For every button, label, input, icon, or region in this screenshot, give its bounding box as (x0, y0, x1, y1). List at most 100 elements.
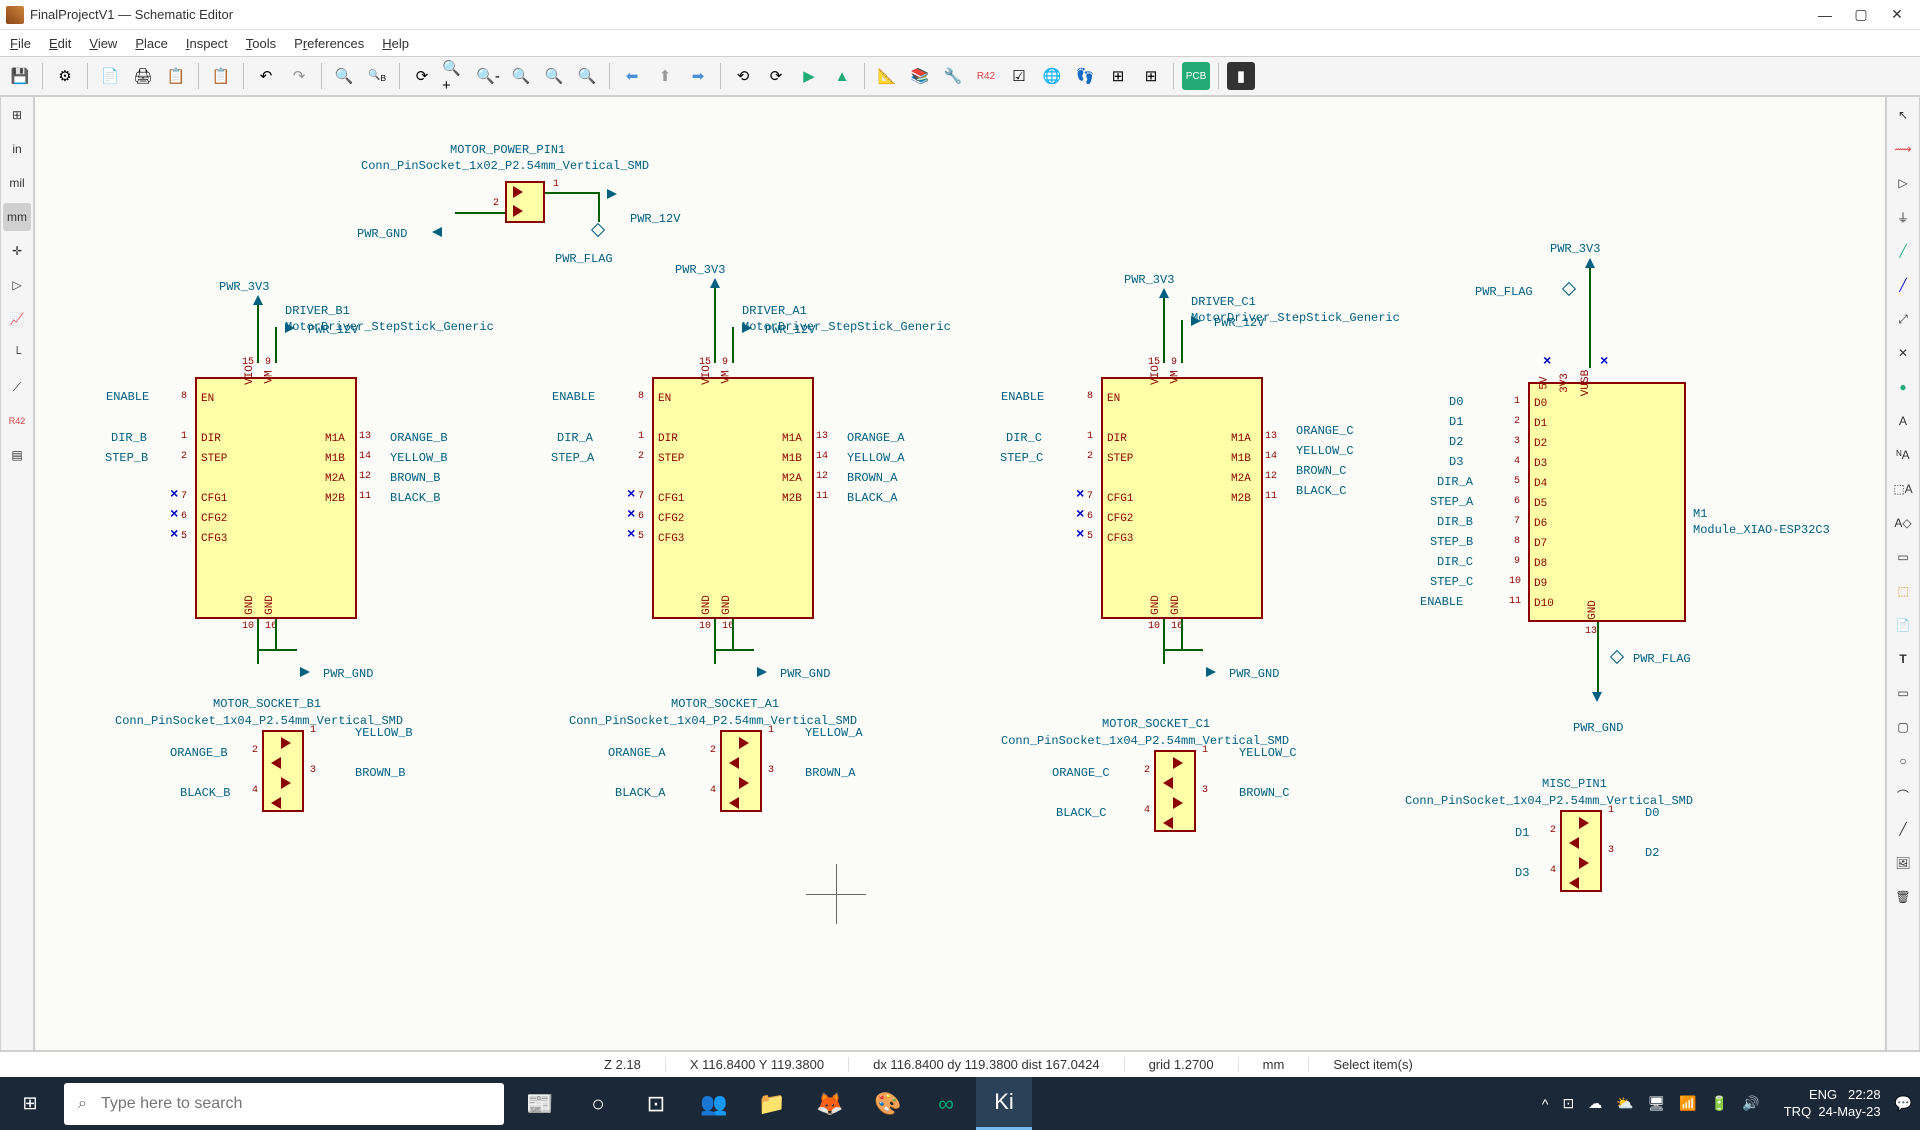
minimize-button[interactable]: — (1818, 8, 1832, 22)
line-mode-90-icon[interactable]: └ (3, 339, 31, 367)
schematic-setup-icon[interactable]: ⚙ (51, 62, 79, 90)
taskbar-app-firefox[interactable]: 🦊 (802, 1077, 858, 1130)
taskbar-search[interactable]: ⌕ (64, 1083, 504, 1125)
mirror-h-icon[interactable]: ▶ (795, 62, 823, 90)
unit-mm[interactable]: mm (3, 203, 31, 231)
plot-icon[interactable]: 📋 (162, 62, 190, 90)
line-mode-45-icon[interactable]: ⟋ (3, 373, 31, 401)
add-hier-label-icon[interactable]: A◇ (1889, 509, 1917, 537)
tray-display-icon[interactable]: 🖥 (1648, 1095, 1666, 1112)
zoom-object-icon[interactable]: 🔍 (540, 62, 568, 90)
tray-onedrive-icon[interactable]: ☁ (1588, 1095, 1602, 1112)
start-button[interactable]: ⊞ (0, 1077, 60, 1130)
delete-tool-icon[interactable]: 🗑 (1889, 883, 1917, 911)
add-wire-icon[interactable]: ╱ (1889, 237, 1917, 265)
close-button[interactable]: ✕ (1890, 8, 1904, 22)
page-settings-icon[interactable]: 📄 (96, 62, 124, 90)
menu-tools[interactable]: Tools (246, 36, 276, 51)
symbol-editor-icon[interactable]: 📐 (873, 62, 901, 90)
status-unit[interactable]: mm (1239, 1057, 1310, 1072)
hidden-pins-icon[interactable]: ▷ (3, 271, 31, 299)
add-rect-icon[interactable]: ▢ (1889, 713, 1917, 741)
bom-icon[interactable]: ⊞ (1104, 62, 1132, 90)
hierarchy-icon[interactable]: ▤ (3, 441, 31, 469)
add-image-icon[interactable]: 🖼 (1889, 849, 1917, 877)
add-label-icon[interactable]: A (1889, 407, 1917, 435)
refresh-icon[interactable]: ⟳ (408, 62, 436, 90)
tray-wifi-icon[interactable]: 📶 (1679, 1095, 1696, 1112)
zoom-fit-icon[interactable]: 🔍 (507, 62, 535, 90)
taskbar-app-taskview[interactable]: ⊡ (628, 1077, 684, 1130)
simulator-icon[interactable]: 🌐 (1038, 62, 1066, 90)
highlight-net-icon[interactable]: ⟿ (1889, 135, 1917, 163)
status-grid[interactable]: grid 1.2700 (1125, 1057, 1239, 1072)
select-tool-icon[interactable]: ↖ (1889, 101, 1917, 129)
unit-mil[interactable]: mil (3, 169, 31, 197)
nav-up-icon[interactable]: ⬆ (651, 62, 679, 90)
add-hier-sheet-icon[interactable]: 📄 (1889, 611, 1917, 639)
add-global-label-icon[interactable]: ⬚A (1889, 475, 1917, 503)
add-text-icon[interactable]: T (1889, 645, 1917, 673)
annotate-icon[interactable]: R42 (972, 62, 1000, 90)
schematic-canvas[interactable]: MOTOR_POWER_PIN1 Conn_PinSocket_1x02_P2.… (34, 96, 1886, 1051)
menu-view[interactable]: View (89, 36, 117, 51)
add-symbol-icon[interactable]: ▷ (1889, 169, 1917, 197)
bom-export-icon[interactable]: ⊞ (1137, 62, 1165, 90)
find-icon[interactable]: 🔍 (330, 62, 358, 90)
footprint-assign-icon[interactable]: 🔧 (939, 62, 967, 90)
conn-motor-power[interactable] (505, 181, 545, 223)
redo-icon[interactable]: ↷ (285, 62, 313, 90)
tray-chevron-icon[interactable]: ^ (1542, 1096, 1549, 1112)
add-bus-icon[interactable]: ╱ (1889, 271, 1917, 299)
taskbar-app-kicad[interactable]: Ki (976, 1077, 1032, 1130)
add-textbox-icon[interactable]: ▭ (1889, 679, 1917, 707)
system-tray[interactable]: ^ ⊡ ☁ ⛅ 🖥 📶 🔋 🔊 ENG 22:28 TRQ 24-May-23 … (1542, 1087, 1920, 1121)
add-noconn-icon[interactable]: ✕ (1889, 339, 1917, 367)
rotate-cw-icon[interactable]: ⟳ (762, 62, 790, 90)
menu-inspect[interactable]: Inspect (186, 36, 228, 51)
undo-icon[interactable]: ↶ (252, 62, 280, 90)
menu-preferences[interactable]: Preferences (294, 36, 364, 51)
import-sheet-pin-icon[interactable]: ⬚ (1889, 577, 1917, 605)
taskbar-app-teams[interactable]: 👥 (686, 1077, 742, 1130)
taskbar-app-explorer[interactable]: 📁 (744, 1077, 800, 1130)
tray-meet-icon[interactable]: ⊡ (1562, 1095, 1574, 1112)
mirror-v-icon[interactable]: ▲ (828, 62, 856, 90)
add-junction-icon[interactable]: ● (1889, 373, 1917, 401)
scripting-icon[interactable]: ▮ (1227, 62, 1255, 90)
zoom-in-icon[interactable]: 🔍+ (441, 62, 469, 90)
taskbar-app-paint[interactable]: 🎨 (860, 1077, 916, 1130)
add-circle-icon[interactable]: ○ (1889, 747, 1917, 775)
menu-file[interactable]: File (10, 36, 31, 51)
search-input[interactable] (101, 1095, 441, 1113)
print-icon[interactable]: 🖨 (129, 62, 157, 90)
paste-icon[interactable]: 📋 (207, 62, 235, 90)
pcb-editor-icon[interactable]: PCB (1182, 62, 1210, 90)
add-sheet-icon[interactable]: ▭ (1889, 543, 1917, 571)
cursor-shape-icon[interactable]: ✛ (3, 237, 31, 265)
find-replace-icon[interactable]: 🔍B (363, 62, 391, 90)
tray-battery-icon[interactable]: 🔋 (1711, 1095, 1728, 1112)
taskbar-app-cortana[interactable]: ○ (570, 1077, 626, 1130)
add-arc-icon[interactable]: ⌒ (1889, 781, 1917, 809)
erc-icon[interactable]: ☑ (1005, 62, 1033, 90)
annotate-side-icon[interactable]: R42 (3, 407, 31, 435)
menu-edit[interactable]: Edit (49, 36, 71, 51)
line-mode-free-icon[interactable]: 📈 (3, 305, 31, 333)
add-bus-entry-icon[interactable]: ⤢ (1889, 305, 1917, 333)
browse-symbols-icon[interactable]: 📚 (906, 62, 934, 90)
taskbar-app-arduino[interactable]: ∞ (918, 1077, 974, 1130)
menu-help[interactable]: Help (382, 36, 409, 51)
nav-fwd-icon[interactable]: ➡ (684, 62, 712, 90)
rotate-ccw-icon[interactable]: ⟲ (729, 62, 757, 90)
save-icon[interactable]: 💾 (6, 62, 34, 90)
nav-back-icon[interactable]: ⬅ (618, 62, 646, 90)
add-line-icon[interactable]: ╱ (1889, 815, 1917, 843)
taskbar-app-news[interactable]: 📰 (512, 1077, 568, 1130)
assign-fp-icon[interactable]: 👣 (1071, 62, 1099, 90)
unit-in[interactable]: in (3, 135, 31, 163)
add-power-icon[interactable]: ⏚ (1889, 203, 1917, 231)
grid-toggle-icon[interactable]: ⊞ (3, 101, 31, 129)
tray-volume-icon[interactable]: 🔊 (1742, 1095, 1759, 1112)
taskbar-clock[interactable]: ENG 22:28 TRQ 24-May-23 (1784, 1087, 1881, 1121)
